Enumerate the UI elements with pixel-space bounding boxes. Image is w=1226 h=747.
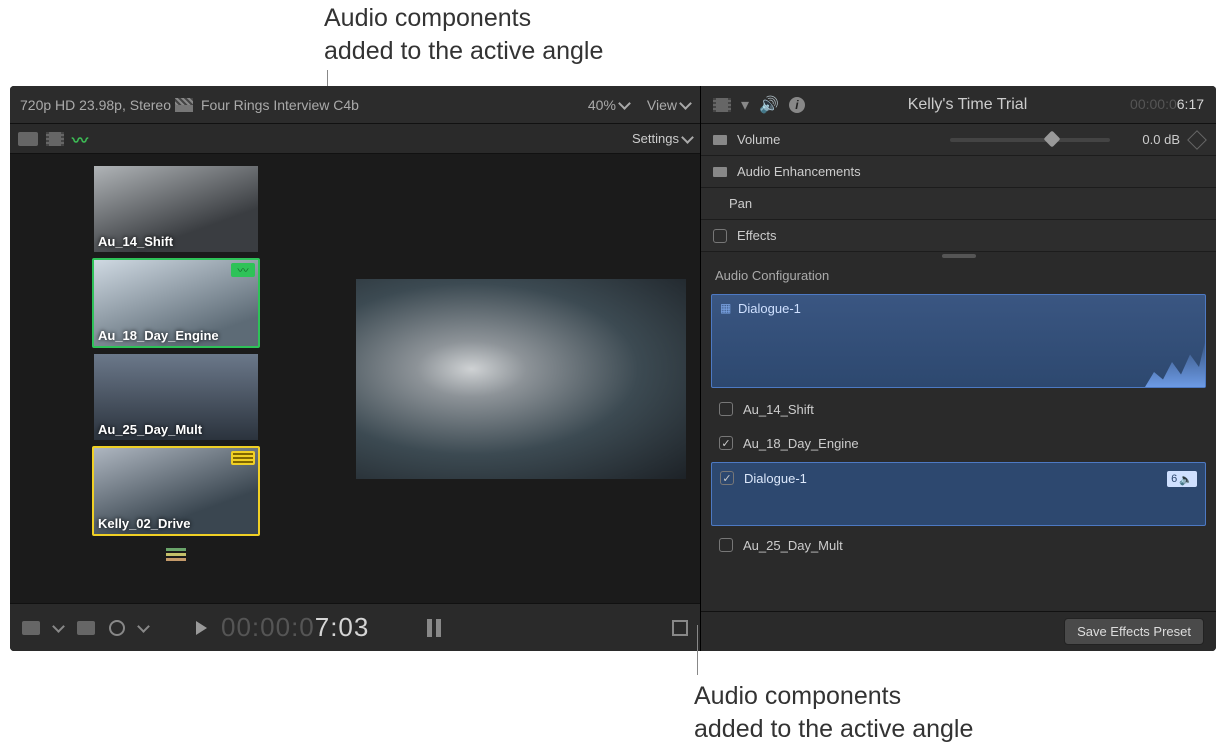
chevron-down-icon xyxy=(137,620,150,633)
slider-thumb[interactable] xyxy=(1044,130,1061,147)
preview-image xyxy=(356,279,686,479)
enhancements-icon xyxy=(713,167,727,177)
chevron-down-icon xyxy=(681,131,694,144)
audio-enhancements-label: Audio Enhancements xyxy=(737,164,861,179)
audio-active-badge-icon xyxy=(231,263,255,277)
angle-thumb[interactable]: Au_18_Day_Engine xyxy=(92,258,260,348)
component-label: Au_18_Day_Engine xyxy=(743,436,859,451)
timecode-display[interactable]: 00:00:07:03 xyxy=(221,612,369,643)
component-label: Au_14_Shift xyxy=(743,402,814,417)
component-checkbox[interactable] xyxy=(719,538,733,552)
multicam-icon: ▦ xyxy=(720,301,732,387)
clip-name: Kelly's Time Trial xyxy=(908,96,1028,114)
drag-handle[interactable] xyxy=(701,252,1216,260)
volume-label: Volume xyxy=(737,132,780,147)
audio-config-block-title: Dialogue-1 xyxy=(738,301,801,387)
pan-label: Pan xyxy=(729,196,752,211)
video-switch-icon[interactable] xyxy=(46,132,64,146)
audio-component-row-selected[interactable]: Dialogue-1 6🔈 xyxy=(711,462,1206,526)
speed-gauge-icon[interactable] xyxy=(109,620,125,636)
clip-title: Four Rings Interview C4b xyxy=(201,97,359,113)
keyframe-button[interactable] xyxy=(1187,130,1207,150)
volume-icon xyxy=(713,135,727,145)
audio-config-clip-block[interactable]: ▦ Dialogue-1 xyxy=(711,294,1206,388)
audio-enhancements-row[interactable]: Audio Enhancements xyxy=(701,156,1216,188)
volume-slider[interactable] xyxy=(950,138,1110,142)
component-label: Dialogue-1 xyxy=(744,471,807,486)
pan-row[interactable]: Pan xyxy=(701,188,1216,220)
view-popup[interactable]: View xyxy=(647,97,690,113)
angle-label: Au_18_Day_Engine xyxy=(98,328,219,343)
transform-tool-icon[interactable] xyxy=(22,621,40,635)
viewer-pane: 720p HD 23.98p, Stereo Four Rings Interv… xyxy=(10,86,700,651)
angle-label: Au_25_Day_Mult xyxy=(98,422,202,437)
chevron-down-icon xyxy=(52,620,65,633)
app-window: 720p HD 23.98p, Stereo Four Rings Interv… xyxy=(10,86,1216,651)
transport-bar: 00:00:07:03 xyxy=(10,603,700,651)
angle-label: Kelly_02_Drive xyxy=(98,516,191,531)
audio-component-row[interactable]: Au_25_Day_Mult xyxy=(711,530,1206,560)
retime-popup-icon[interactable] xyxy=(77,621,95,635)
audio-component-row[interactable]: Au_14_Shift xyxy=(711,394,1206,424)
angle-viewer-toolbar: 〰 Settings xyxy=(10,124,700,154)
audio-inspector-icon[interactable]: 🔊 xyxy=(759,95,779,115)
inspector-header: ▾ 🔊 i Kelly's Time Trial 00:00:06:17 xyxy=(701,86,1216,124)
chevron-down-icon xyxy=(679,97,692,110)
video-inspector-icon[interactable] xyxy=(713,98,731,112)
annotation-leader-line xyxy=(697,625,698,675)
volume-row: Volume 0.0 dB xyxy=(701,124,1216,156)
color-inspector-icon[interactable]: ▾ xyxy=(741,95,749,115)
annotation-top: Audio components added to the active ang… xyxy=(324,2,603,67)
angle-thumb[interactable]: Au_14_Shift xyxy=(92,164,260,254)
audio-config-header: Audio Configuration xyxy=(701,260,1216,290)
info-inspector-icon[interactable]: i xyxy=(789,97,805,113)
inspector-pane: ▾ 🔊 i Kelly's Time Trial 00:00:06:17 Vol… xyxy=(700,86,1216,651)
speaker-icon: 🔈 xyxy=(1179,473,1193,486)
clapper-icon xyxy=(175,98,193,112)
waveform-icon xyxy=(1145,337,1205,387)
inspector-footer: Save Effects Preset xyxy=(701,611,1216,651)
angle-thumb[interactable]: Au_25_Day_Mult xyxy=(92,352,260,442)
format-label: 720p HD 23.98p, Stereo xyxy=(20,97,171,113)
chevron-down-icon xyxy=(618,97,631,110)
viewer-preview[interactable] xyxy=(342,154,700,603)
angle-layout-icon[interactable] xyxy=(166,548,186,561)
viewer-header: 720p HD 23.98p, Stereo Four Rings Interv… xyxy=(10,86,700,124)
audio-switch-icon[interactable]: 〰 xyxy=(72,127,88,151)
angle-thumb[interactable]: Kelly_02_Drive xyxy=(92,446,260,536)
component-checkbox[interactable] xyxy=(720,471,734,485)
angle-label: Au_14_Shift xyxy=(98,234,173,249)
angle-list: Au_14_Shift Au_18_Day_Engine Au_25_Day_M… xyxy=(10,154,342,603)
volume-value[interactable]: 0.0 dB xyxy=(1120,132,1180,147)
effects-checkbox[interactable] xyxy=(713,229,727,243)
play-button[interactable] xyxy=(196,621,207,635)
save-effects-preset-button[interactable]: Save Effects Preset xyxy=(1064,618,1204,645)
video-active-badge-icon xyxy=(231,451,255,465)
component-checkbox[interactable] xyxy=(719,436,733,450)
fullscreen-icon[interactable] xyxy=(672,620,688,636)
component-label: Au_25_Day_Mult xyxy=(743,538,843,553)
audio-meter-icon xyxy=(427,619,441,637)
settings-popup[interactable]: Settings xyxy=(632,131,692,146)
effects-label: Effects xyxy=(737,228,777,243)
annotation-bottom: Audio components added to the active ang… xyxy=(694,680,973,745)
audio-component-row[interactable]: Au_18_Day_Engine xyxy=(711,428,1206,458)
clip-duration: 00:00:06:17 xyxy=(1130,96,1204,113)
component-checkbox[interactable] xyxy=(719,402,733,416)
effects-row[interactable]: Effects xyxy=(701,220,1216,252)
video-audio-switch-icon[interactable] xyxy=(18,132,38,146)
channel-badge[interactable]: 6🔈 xyxy=(1167,471,1197,487)
zoom-popup[interactable]: 40% xyxy=(588,97,629,113)
